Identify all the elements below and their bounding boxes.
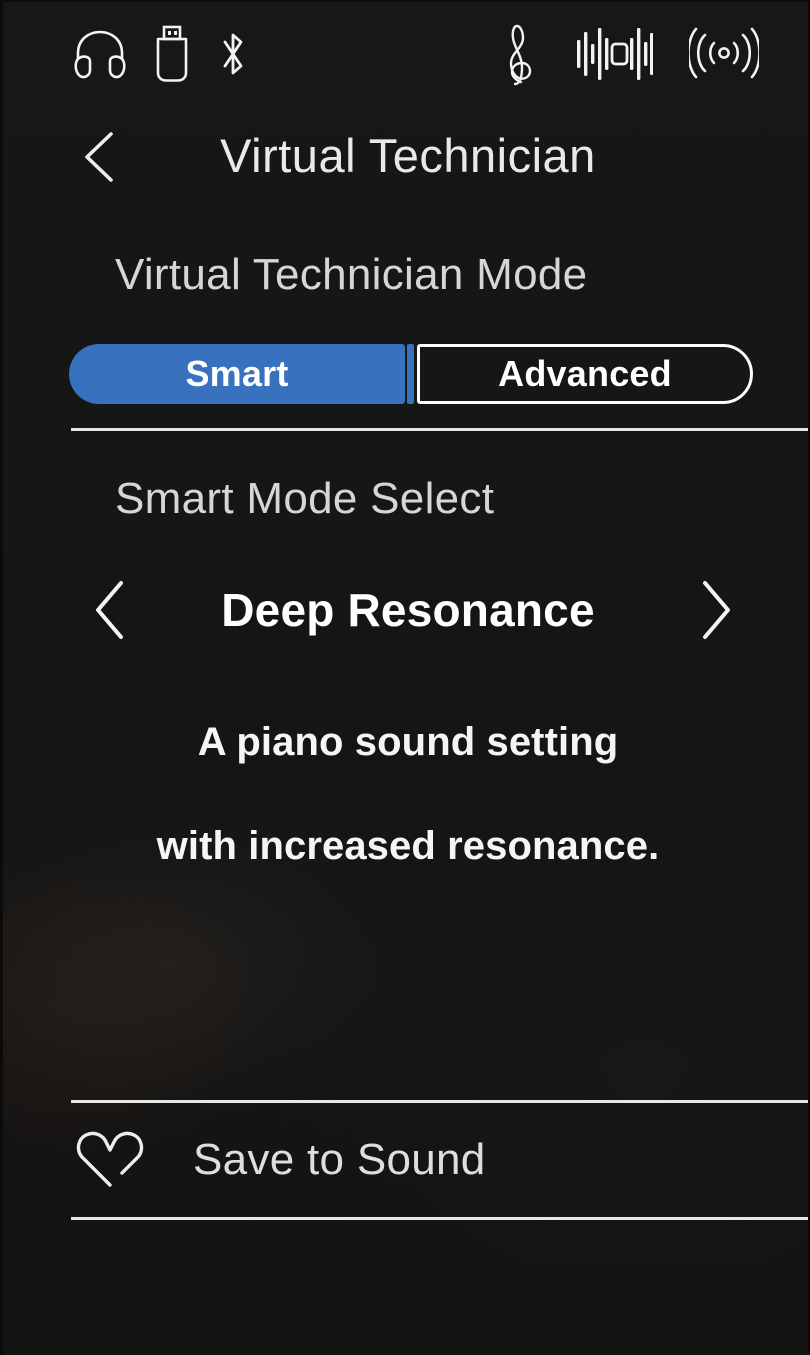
- virtual-technician-mode-toggle[interactable]: Smart Advanced: [69, 344, 753, 404]
- description-line-2: with increased resonance.: [156, 824, 660, 868]
- smart-mode-selector: Deep Resonance: [3, 558, 808, 662]
- divider-below-save-row: [71, 1217, 808, 1220]
- description-line-1: A piano sound setting: [197, 720, 619, 764]
- mode-option-advanced[interactable]: Advanced: [417, 344, 753, 404]
- heart-outline-icon: [73, 1127, 147, 1193]
- wireless-signal-icon: [689, 26, 759, 80]
- status-bar: [3, 2, 808, 104]
- page-header: Virtual Technician: [3, 108, 808, 204]
- virtual-technician-screen: Virtual Technician Virtual Technician Mo…: [0, 0, 810, 1355]
- usb-drive-icon: [153, 24, 191, 84]
- save-to-sound-row[interactable]: Save to Sound: [3, 1103, 808, 1217]
- page-title: Virtual Technician: [220, 129, 596, 182]
- mode-option-smart[interactable]: Smart: [69, 344, 405, 404]
- treble-clef-icon: [503, 22, 539, 86]
- smart-mode-value: Deep Resonance: [221, 584, 595, 636]
- segment-divider: [407, 344, 414, 404]
- virtual-technician-mode-label: Virtual Technician Mode: [115, 250, 588, 299]
- previous-mode-button[interactable]: [81, 576, 143, 644]
- next-mode-button[interactable]: [683, 576, 745, 644]
- audio-waveform-icon: [575, 24, 653, 84]
- save-to-sound-label: Save to Sound: [193, 1135, 486, 1184]
- divider-below-mode-toggle: [71, 428, 808, 431]
- headphones-icon: [71, 28, 129, 80]
- bluetooth-icon: [217, 26, 249, 82]
- smart-mode-select-label: Smart Mode Select: [115, 474, 495, 523]
- smart-mode-description: A piano sound setting with increased res…: [3, 690, 808, 898]
